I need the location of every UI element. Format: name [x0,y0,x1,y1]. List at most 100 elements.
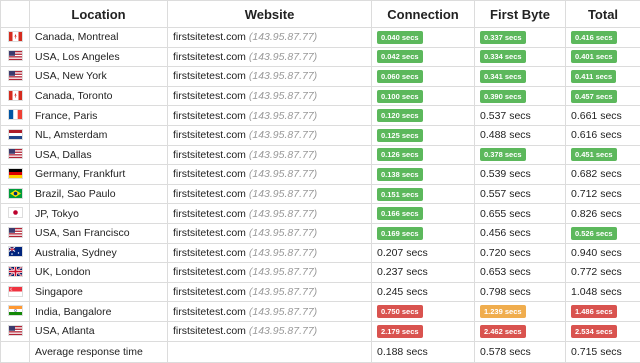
website-domain: firstsitetest.com [173,70,246,82]
location-cell: USA, Los Angeles [30,47,168,67]
connection-cell: 0.237 secs [372,263,475,283]
location-cell: NL, Amsterdam [30,125,168,145]
table-row: USA, Los Angeles firstsitetest.com (143.9… [1,47,640,67]
header-connection[interactable]: Connection [372,1,475,28]
website-domain: firstsitetest.com [173,266,246,278]
location-cell: USA, Dallas [30,145,168,165]
timing-badge: 0.126 secs [377,148,423,161]
flag-cell [1,184,30,204]
total-cell: 0.451 secs [566,145,640,165]
location-cell: Germany, Frankfurt [30,165,168,185]
first-byte-cell: 0.378 secs [475,145,566,165]
connection-cell: 2.179 secs [372,321,475,341]
location-cell: Canada, Toronto [30,86,168,106]
first-byte-cell: 0.539 secs [475,165,566,185]
speed-test-results-table: Location Website Connection First Byte T… [0,0,640,363]
canada-flag-icon [8,90,23,101]
timing-badge: 0.169 secs [377,227,423,240]
timing-badge: 0.100 secs [377,90,423,103]
connection-cell: 0.169 secs [372,223,475,243]
connection-cell: 0.060 secs [372,67,475,87]
timing-badge: 0.125 secs [377,129,423,142]
connection-cell: 0.120 secs [372,106,475,126]
website-ip: (143.95.87.77) [249,306,317,318]
timing-badge: 0.166 secs [377,207,423,220]
website-ip: (143.95.87.77) [249,51,317,63]
timing-badge: 0.120 secs [377,109,423,122]
timing-badge: 0.151 secs [377,188,423,201]
timing-badge: 0.411 secs [571,70,616,83]
table-row: Canada, Montrealfirstsitetest.com (143.9… [1,28,640,48]
website-ip: (143.95.87.77) [249,188,317,200]
flag-cell [1,243,30,263]
location-cell: USA, New York [30,67,168,87]
website-ip: (143.95.87.77) [249,286,317,298]
first-byte-cell: 0.537 secs [475,106,566,126]
total-cell: 0.712 secs [566,184,640,204]
website-domain: firstsitetest.com [173,110,246,122]
website-ip: (143.95.87.77) [249,168,317,180]
total-cell: 2.534 secs [566,321,640,341]
website-domain: firstsitetest.com [173,227,246,239]
flag-cell [1,145,30,165]
flag-cell [1,67,30,87]
website-cell: firstsitetest.com (143.95.87.77) [168,302,372,322]
website-cell: firstsitetest.com (143.95.87.77) [168,28,372,48]
table-row: Australia, Sydneyfirstsitetest.com (143.… [1,243,640,263]
flag-cell [1,204,30,224]
flag-cell [1,263,30,283]
website-cell: firstsitetest.com (143.95.87.77) [168,67,372,87]
table-row: NL, Amsterdamfirstsitetest.com (143.95.8… [1,125,640,145]
first-byte-cell: 0.798 secs [475,282,566,302]
uk-flag-icon [8,266,23,277]
flag-cell [1,302,30,322]
timing-badge: 0.457 secs [571,90,617,103]
website-domain: firstsitetest.com [173,129,246,141]
table-row: USA, New Yorkfirstsitetest.com (143.95.8… [1,67,640,87]
connection-cell: 0.151 secs [372,184,475,204]
table-row: Brazil, Sao Paulofirstsitetest.com (143.… [1,184,640,204]
website-domain: firstsitetest.com [173,325,246,337]
first-byte-cell: 0.557 secs [475,184,566,204]
website-ip: (143.95.87.77) [249,227,317,239]
timing-badge: 0.060 secs [377,70,423,83]
total-cell: 0.401 secs [566,47,640,67]
location-cell: Singapore [30,282,168,302]
location-cell: Brazil, Sao Paulo [30,184,168,204]
website-ip: (143.95.87.77) [249,149,317,161]
header-location[interactable]: Location [30,1,168,28]
connection-cell: 0.245 secs [372,282,475,302]
timing-badge: 0.390 secs [480,90,526,103]
connection-cell: 0.042 secs [372,47,475,67]
first-byte-cell: 0.341 secs [475,67,566,87]
first-byte-cell: 0.390 secs [475,86,566,106]
header-website[interactable]: Website [168,1,372,28]
header-first-byte[interactable]: First Byte [475,1,566,28]
website-cell: firstsitetest.com (143.95.87.77) [168,125,372,145]
table-row: USA, Atlanta firstsitetest.com (143.95.87… [1,321,640,341]
website-ip: (143.95.87.77) [249,70,317,82]
timing-badge: 1.239 secs [480,305,526,318]
connection-cell: 0.207 secs [372,243,475,263]
france-flag-icon [8,109,23,120]
location-cell: USA, Atlanta [30,321,168,341]
table-row: Canada, Torontofirstsitetest.com (143.95… [1,86,640,106]
netherlands-flag-icon [8,129,23,140]
total-cell: 0.411 secs [566,67,640,87]
website-ip: (143.95.87.77) [249,90,317,102]
header-total[interactable]: Total [566,1,640,28]
connection-cell: 0.100 secs [372,86,475,106]
flag-cell [1,28,30,48]
website-cell: firstsitetest.com (143.95.87.77) [168,165,372,185]
table-row: USA, San Franciscofirstsitetest.com (143… [1,223,640,243]
total-cell: 0.416 secs [566,28,640,48]
timing-badge: 0.138 secs [377,168,423,181]
singapore-flag-icon [8,286,23,297]
flag-cell [1,106,30,126]
website-domain: firstsitetest.com [173,306,246,318]
timing-badge: 0.341 secs [480,70,526,83]
japan-flag-icon [8,207,23,218]
website-domain: firstsitetest.com [173,51,246,63]
website-cell: firstsitetest.com (143.95.87.77) [168,243,372,263]
website-ip: (143.95.87.77) [249,325,317,337]
